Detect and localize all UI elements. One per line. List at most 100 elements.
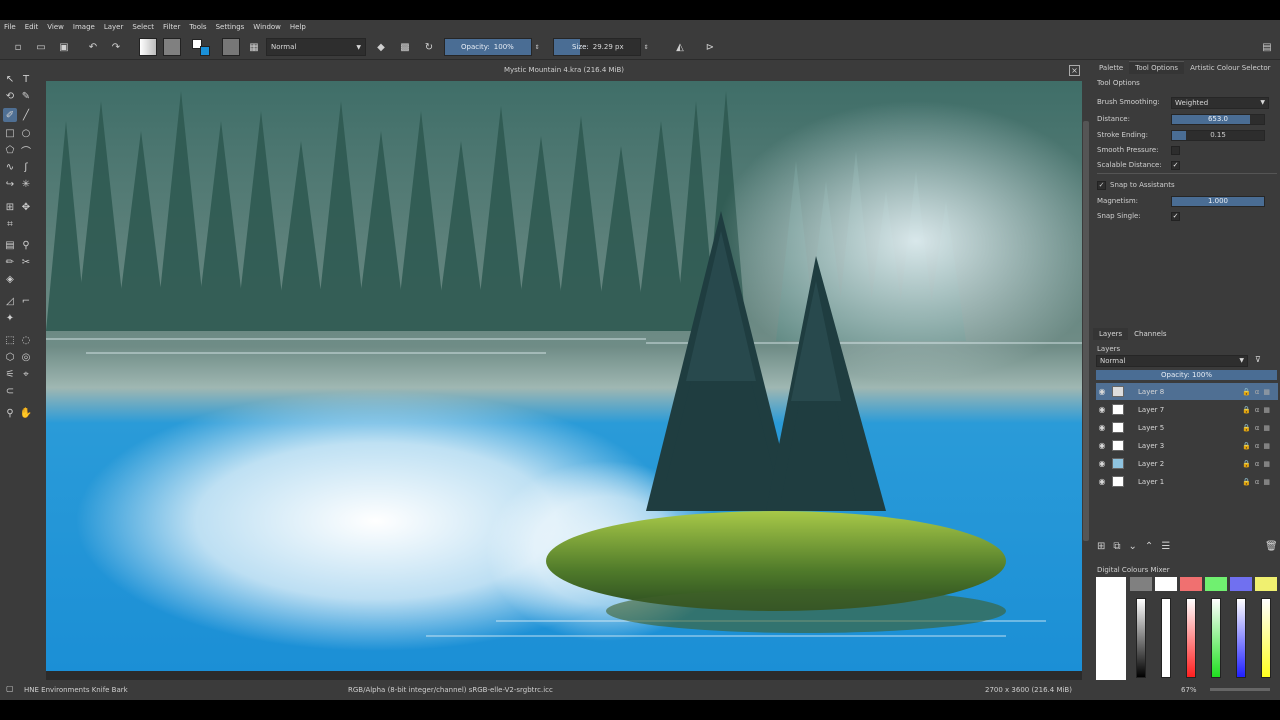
rect-select-icon[interactable]: ⬚ [3, 333, 17, 347]
mixer-swatch[interactable] [1230, 577, 1252, 591]
vertical-scroll-thumb[interactable] [1083, 121, 1089, 541]
snap-single-checkbox[interactable]: ✓ [1171, 212, 1180, 221]
layer-lock-icons[interactable]: 🔒α▦ [1242, 478, 1274, 486]
zoom-slider[interactable] [1210, 688, 1270, 691]
polygon-tool-icon[interactable]: ⬠ [3, 143, 17, 157]
menu-settings[interactable]: Settings [216, 23, 245, 31]
fill-tool-icon[interactable]: ◈ [3, 272, 17, 286]
preserve-alpha-icon[interactable]: ▩ [397, 39, 413, 55]
menu-help[interactable]: Help [290, 23, 306, 31]
menu-window[interactable]: Window [253, 23, 281, 31]
menu-view[interactable]: View [47, 23, 64, 31]
line-tool-icon[interactable]: ╱ [19, 108, 33, 122]
brush-presets-grid-icon[interactable]: ▦ [246, 39, 262, 55]
brush-preset-icon[interactable] [222, 38, 240, 56]
eye-icon[interactable]: ◉ [1096, 405, 1108, 414]
mixer-shade-bar[interactable] [1186, 598, 1196, 678]
tab-artistic-colour-selector[interactable]: Artistic Colour Selector [1184, 62, 1276, 74]
add-layer-icon[interactable]: ⊞ [1097, 541, 1113, 552]
mixer-swatch[interactable] [1255, 577, 1277, 591]
duplicate-layer-icon[interactable]: ⧉ [1113, 541, 1128, 552]
brush-preset-icon[interactable]: ▢ [6, 684, 14, 693]
ellipse-tool-icon[interactable]: ○ [19, 126, 33, 140]
smart-patch-icon[interactable]: ✂ [19, 255, 33, 269]
freehand-path-icon[interactable]: ʃ [19, 160, 33, 174]
freehand-select-icon[interactable]: ◎ [19, 350, 33, 364]
layer-row[interactable]: ◉ Layer 5 🔒α▦ [1096, 419, 1278, 436]
layer-lock-icons[interactable]: 🔒α▦ [1242, 406, 1274, 414]
menu-filter[interactable]: Filter [163, 23, 180, 31]
snap-assistants-checkbox[interactable]: ✓ [1097, 180, 1106, 190]
brush-smoothing-dropdown[interactable]: Weighted ▼ [1171, 97, 1269, 109]
mixer-shade-bar[interactable] [1236, 598, 1246, 678]
measure-tool-icon[interactable]: ⌐ [19, 294, 33, 308]
layer-properties-icon[interactable]: ☰ [1161, 541, 1178, 552]
open-document-icon[interactable]: ▭ [33, 39, 49, 55]
dynamic-brush-icon[interactable]: ↪ [3, 177, 17, 191]
eye-icon[interactable]: ◉ [1096, 441, 1108, 450]
menu-edit[interactable]: Edit [25, 23, 39, 31]
bezier-tool-icon[interactable]: ∿ [3, 160, 17, 174]
opacity-stepper-icon[interactable]: ⇕ [533, 39, 541, 55]
menu-file[interactable]: File [4, 23, 16, 31]
delete-layer-icon[interactable]: 🗑 [1265, 541, 1278, 552]
assistant-tool-icon[interactable]: ◿ [3, 294, 17, 308]
distance-slider[interactable]: 653.0 [1171, 114, 1265, 125]
layer-blend-mode-dropdown[interactable]: Normal ▼ [1096, 355, 1248, 367]
size-stepper-icon[interactable]: ⇕ [642, 39, 650, 55]
mixer-shade-bar[interactable] [1211, 598, 1221, 678]
snap-assistants-row[interactable]: ✓ Snap to Assistants [1097, 178, 1277, 192]
layer-opacity-slider[interactable]: Opacity: 100% [1096, 370, 1277, 380]
colorize-mask-icon[interactable]: ✏ [3, 255, 17, 269]
scalable-distance-checkbox[interactable]: ✓ [1171, 161, 1180, 170]
gradient-tool-icon[interactable]: ▤ [3, 238, 17, 252]
freehand-brush-icon[interactable]: ✐ [3, 108, 17, 122]
pattern-swatch[interactable] [163, 38, 181, 56]
layer-row[interactable]: ◉ Layer 7 🔒α▦ [1096, 401, 1278, 418]
mirror-horizontal-icon[interactable]: ◭ [672, 39, 688, 55]
zoom-tool-icon[interactable]: ⚲ [3, 406, 17, 420]
eye-icon[interactable]: ◉ [1096, 387, 1108, 396]
mixer-swatch[interactable] [1155, 577, 1177, 591]
new-document-icon[interactable]: ▫ [10, 39, 26, 55]
undo-icon[interactable]: ↶ [85, 39, 101, 55]
eye-icon[interactable]: ◉ [1096, 423, 1108, 432]
eye-icon[interactable]: ◉ [1096, 459, 1108, 468]
move-tool-icon[interactable]: ✥ [19, 200, 33, 214]
gradient-preset-swatch[interactable] [139, 38, 157, 56]
similar-select-icon[interactable]: ⌖ [19, 367, 33, 381]
tab-channels[interactable]: Channels [1128, 328, 1172, 340]
tab-tool-options[interactable]: Tool Options [1129, 61, 1185, 74]
mixer-shade-bar[interactable] [1261, 598, 1271, 678]
layer-lock-icons[interactable]: 🔒α▦ [1242, 388, 1274, 396]
redo-icon[interactable]: ↷ [108, 39, 124, 55]
filter-icon[interactable]: ⊽ [1255, 355, 1261, 364]
select-shapes-icon[interactable]: ↖ [3, 72, 17, 86]
crop-tool-icon[interactable]: ⌗ [3, 217, 17, 231]
layer-lock-icons[interactable]: 🔒α▦ [1242, 442, 1274, 450]
reference-tool-icon[interactable]: ✦ [3, 311, 17, 325]
contiguous-select-icon[interactable]: ⚟ [3, 367, 17, 381]
mixer-swatch[interactable] [1205, 577, 1227, 591]
mixer-shade-bar[interactable] [1136, 598, 1146, 678]
polygon-select-icon[interactable]: ⬡ [3, 350, 17, 364]
stroke-ending-slider[interactable]: 0.15 [1171, 130, 1265, 141]
tab-layers[interactable]: Layers [1093, 328, 1129, 340]
menu-layer[interactable]: Layer [104, 23, 124, 31]
move-layer-up-icon[interactable]: ⌃ [1145, 541, 1161, 552]
reload-preset-icon[interactable]: ↻ [421, 39, 437, 55]
painting-canvas[interactable] [46, 81, 1082, 671]
layer-row[interactable]: ◉ Layer 2 🔒α▦ [1096, 455, 1278, 472]
mixer-shade-bar[interactable] [1161, 598, 1171, 678]
eraser-mode-icon[interactable]: ◆ [373, 39, 389, 55]
background-color-swatch[interactable] [200, 46, 210, 56]
mirror-vertical-icon[interactable]: ⊳ [702, 39, 718, 55]
polyline-tool-icon[interactable]: ⌒ [19, 143, 33, 158]
menu-image[interactable]: Image [73, 23, 95, 31]
blend-mode-dropdown[interactable]: Normal ▼ [266, 38, 366, 56]
layer-lock-icons[interactable]: 🔒α▦ [1242, 424, 1274, 432]
move-layer-down-icon[interactable]: ⌄ [1129, 541, 1145, 552]
save-document-icon[interactable]: ▣ [56, 39, 72, 55]
edit-shapes-icon[interactable]: ⟲ [3, 89, 17, 103]
text-tool-icon[interactable]: T [19, 72, 33, 86]
